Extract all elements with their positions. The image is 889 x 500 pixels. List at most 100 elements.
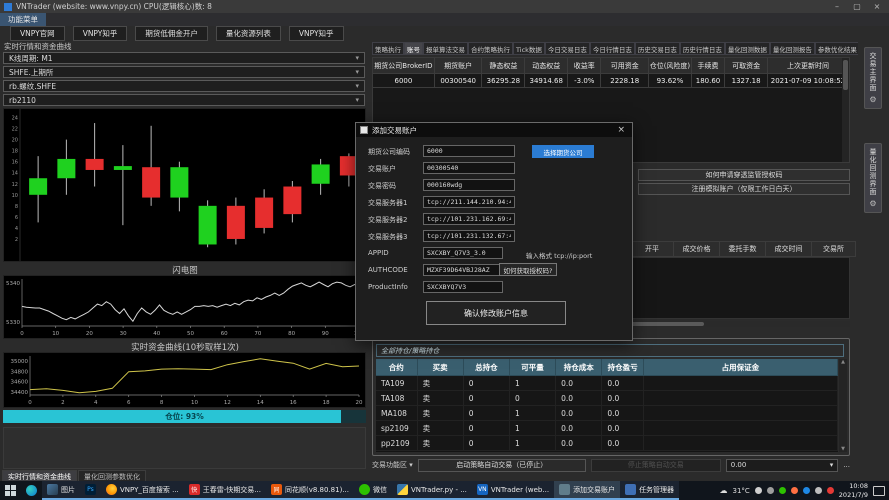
right-tab-5[interactable]: 今日交易日志 <box>545 42 590 55</box>
network-icon[interactable] <box>767 487 774 494</box>
right-tab-3[interactable]: 合约策略执行 <box>468 42 513 55</box>
dock-tab-0[interactable]: 交易主界面⚙ <box>864 47 882 109</box>
taskbar-item-label: VNPY_百度搜索 ... <box>120 485 179 495</box>
right-tab-4[interactable]: Tick数据 <box>513 42 545 55</box>
dialog-field-input-7[interactable] <box>423 264 503 276</box>
taskbar-item-VNTrader (web...[interactable]: VNVNTrader (web... <box>472 481 554 500</box>
right-tab-7[interactable]: 历史交易日志 <box>635 42 680 55</box>
taskbar-item-VNTrader.py - ...[interactable]: VNTrader.py - ... <box>392 481 472 500</box>
account-cell: 2228.18 <box>601 74 649 88</box>
select-value: rb2110 <box>9 96 36 105</box>
taskbar-item-同花顺(v8.80.81)...[interactable]: 同同花顺(v8.80.81)... <box>266 481 354 500</box>
account-col-header: 可取资金 <box>725 58 768 74</box>
positions-row[interactable]: pp2109卖010.00.0 <box>376 436 838 451</box>
scroll-up-icon[interactable]: ▲ <box>841 359 845 365</box>
positions-col-header: 总持仓 <box>464 359 510 376</box>
right-tab-10[interactable]: 量化回测报告 <box>770 42 815 55</box>
taskbar-item-王春雷-快期交易...[interactable]: 快王春雷-快期交易... <box>184 481 266 500</box>
scroll-down-icon[interactable]: ▼ <box>841 446 845 452</box>
dialog-field-input-1[interactable] <box>423 162 515 174</box>
positions-cell: 0.0 <box>556 391 602 406</box>
defender-icon[interactable] <box>803 487 810 494</box>
positions-row[interactable]: MA108卖010.00.0 <box>376 406 838 421</box>
dialog-field-input-0[interactable] <box>423 145 515 157</box>
app-icon <box>4 3 12 11</box>
dialog-field-input-8[interactable] <box>423 281 503 293</box>
authcode-help-button[interactable]: 如何获取授权码? <box>499 263 557 276</box>
market-select-2[interactable]: rb.螺纹.SHFE▾ <box>3 80 365 92</box>
dialog-field-input-5[interactable] <box>423 230 515 242</box>
right-tab-1[interactable]: 账号 <box>404 42 423 55</box>
positions-cell: 1 <box>510 406 556 421</box>
positions-cell <box>644 421 838 436</box>
minimize-button[interactable]: – <box>829 1 845 12</box>
market-select-3[interactable]: rb2110▾ <box>3 94 365 106</box>
toolbar-link-4[interactable]: VNPY知乎 <box>289 26 344 41</box>
toolbar-link-3[interactable]: 量化资源列表 <box>216 26 281 41</box>
taskbar-item-edge-icon[interactable] <box>21 481 42 500</box>
candlestick-chart[interactable]: 24222018161412108642 <box>3 108 366 262</box>
trade-col-header: 成交价格 <box>674 241 720 257</box>
taskbar-item-start-icon[interactable] <box>0 481 21 500</box>
wechat-tray-icon[interactable] <box>779 487 786 494</box>
taskbar-item-添加交易账户[interactable]: 添加交易账户 <box>554 481 620 500</box>
dialog-close-icon[interactable]: × <box>614 125 628 135</box>
chevron-down-icon[interactable]: ▾ <box>830 461 834 469</box>
account-cell: 1327.18 <box>725 74 768 88</box>
capital-line-chart[interactable]: 3500034800346003440002468101214161820 <box>3 352 366 408</box>
close-button[interactable]: × <box>869 1 885 12</box>
taskbar-item-任务管理器[interactable]: 任务管理器 <box>620 481 679 500</box>
market-select-1[interactable]: SHFE.上期所▾ <box>3 66 365 78</box>
svg-text:50: 50 <box>187 331 194 336</box>
quantity-spinbox[interactable]: 0.00 ▾ <box>726 459 839 472</box>
positions-filter-label[interactable]: 全部持仓/策略持仓 <box>376 344 844 357</box>
right-tab-11[interactable]: 参数优化结果 <box>815 42 858 55</box>
dialog-field-input-2[interactable] <box>423 179 515 191</box>
positions-row[interactable]: TA108卖000.00.0 <box>376 391 838 406</box>
toolbar-link-2[interactable]: 期货低佣金开户 <box>135 26 208 41</box>
start-auto-trading-button[interactable]: 启动策略自动交易（已停止） <box>418 459 586 472</box>
dialog-icon <box>360 126 368 134</box>
more-options-button[interactable]: ... <box>843 461 850 469</box>
taskbar-clock[interactable]: 10:082021/7/9 <box>839 482 868 499</box>
confirm-account-button[interactable]: 确认修改账户信息 <box>426 301 566 325</box>
toolbar-link-0[interactable]: VNPY官网 <box>10 26 65 41</box>
chevron-up-icon[interactable] <box>755 487 762 494</box>
right-tab-9[interactable]: 量化回测数据 <box>725 42 770 55</box>
maximize-button[interactable]: ▢ <box>849 1 865 12</box>
positions-row[interactable]: TA109卖010.00.0 <box>376 376 838 391</box>
taskbar-item-微信[interactable]: 微信 <box>354 481 392 500</box>
right-tab-6[interactable]: 今日行情日志 <box>590 42 635 55</box>
account-row[interactable]: 60000030054036295.2834914.68-3.0%2228.18… <box>373 74 849 88</box>
right-tab-2[interactable]: 报单算法交易 <box>423 42 468 55</box>
account-table-scrollbar[interactable] <box>842 58 849 162</box>
dialog-field-input-3[interactable] <box>423 196 515 208</box>
dock-tab-1[interactable]: 量化回测界面⚙ <box>864 143 882 213</box>
taskbar-item-图片[interactable]: 图片 <box>42 481 80 500</box>
update-icon[interactable] <box>827 487 834 494</box>
dialog-field-input-6[interactable] <box>423 247 503 259</box>
volume-icon[interactable] <box>815 487 822 494</box>
positions-row[interactable]: sp2109卖010.00.0 <box>376 421 838 436</box>
select-broker-button[interactable]: 选择期货公司 <box>532 145 594 158</box>
svg-text:2: 2 <box>15 237 18 243</box>
register-sim-account-button[interactable]: 注册模拟账户（仅限工作日白天） <box>638 183 850 195</box>
taskbar-item-VNPY_百度搜索 ...[interactable]: VNPY_百度搜索 ... <box>101 481 184 500</box>
svg-text:12: 12 <box>12 182 18 188</box>
positions-table-scrollbar[interactable]: ▲ ▼ <box>839 359 847 452</box>
right-tab-8[interactable]: 历史行情日志 <box>680 42 725 55</box>
positions-cell: 卖 <box>418 421 464 436</box>
flash-line-chart[interactable]: 534053300102030405060708090100 <box>3 275 366 339</box>
weather-temperature: 31°C <box>733 487 750 495</box>
taskbar-item-photoshop-icon[interactable]: Ps <box>80 481 101 500</box>
trade-function-menu[interactable]: 交易功能区 ▾ <box>372 460 413 470</box>
penetration-auth-help-button[interactable]: 如何申请穿透监管授权码 <box>638 169 850 181</box>
positions-cell <box>644 376 838 391</box>
dialog-field-input-4[interactable] <box>423 213 515 225</box>
right-tab-0[interactable]: 策略执行 <box>372 42 404 55</box>
menu-item-function[interactable]: 功能菜单 <box>0 13 46 26</box>
market-select-0[interactable]: K线周期: M1▾ <box>3 52 365 64</box>
toolbar-link-1[interactable]: VNPY知乎 <box>73 26 128 41</box>
notification-center-icon[interactable] <box>873 486 885 496</box>
chrome-icon[interactable] <box>791 487 798 494</box>
